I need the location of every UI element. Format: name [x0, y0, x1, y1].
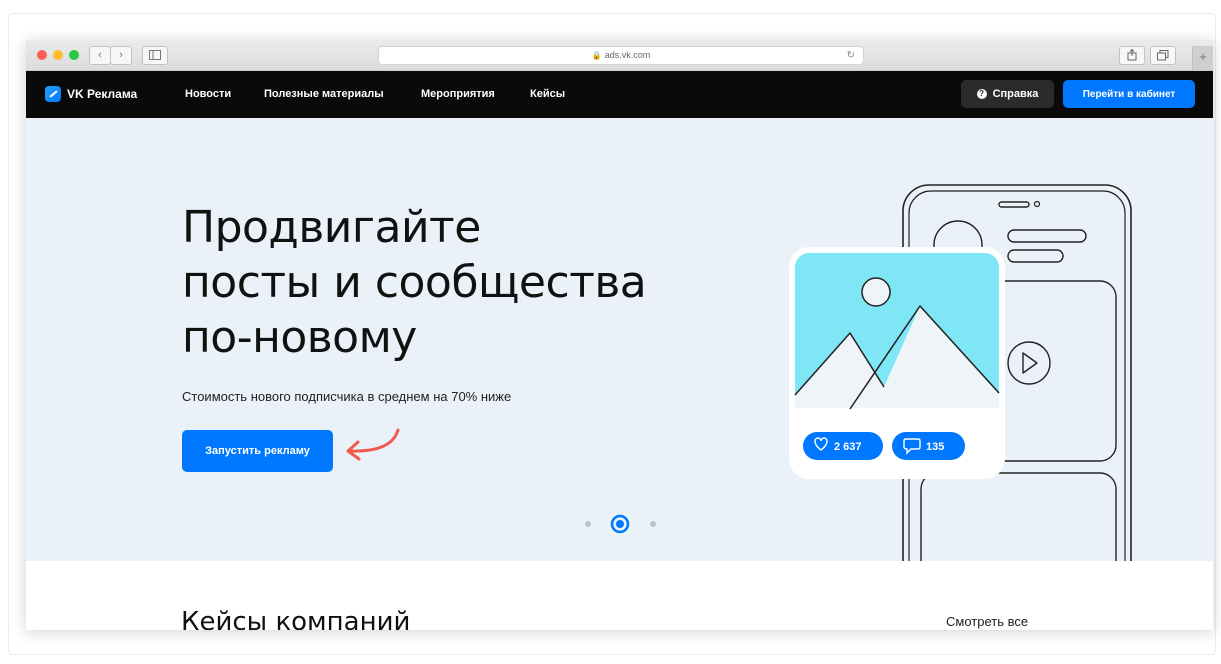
- hero-title-line-2: посты и сообщества: [182, 257, 647, 308]
- vk-ads-logo[interactable]: VK Реклама: [45, 86, 137, 102]
- help-button[interactable]: ? Справка: [961, 80, 1054, 108]
- forward-button[interactable]: ›: [110, 46, 132, 65]
- browser-toolbar: ‹ › 🔒 ads.vk.com ↻ +: [26, 40, 1213, 71]
- likes-count: 2 637: [834, 441, 862, 453]
- hero-title-line-3: по-новому: [182, 312, 417, 363]
- pointing-arrow-icon: [346, 428, 400, 461]
- hero-subtitle: Стоимость нового подписчика в среднем на…: [182, 389, 512, 404]
- see-all-link[interactable]: Смотреть все: [946, 614, 1028, 629]
- go-to-cabinet-button[interactable]: Перейти в кабинет: [1063, 80, 1195, 108]
- share-icon: [1127, 48, 1137, 61]
- close-window-button[interactable]: [37, 50, 47, 60]
- cases-heading: Кейсы компаний: [181, 607, 411, 630]
- lock-icon: 🔒: [591, 51, 602, 60]
- likes-badge: 2 637: [803, 432, 883, 460]
- carousel-dot-1[interactable]: [585, 521, 591, 527]
- carousel-dot-3[interactable]: [650, 521, 656, 527]
- chevron-left-icon: ‹: [98, 49, 102, 61]
- launch-ad-button[interactable]: Запустить рекламу: [182, 430, 333, 472]
- hero-title: Продвигайте посты и сообщества по-новому: [182, 200, 742, 365]
- minimize-window-button[interactable]: [53, 50, 63, 60]
- url-text: ads.vk.com: [604, 50, 651, 60]
- comments-badge: 135: [892, 432, 965, 460]
- share-button[interactable]: [1119, 46, 1145, 65]
- nav-item-materials[interactable]: Полезные материалы: [264, 88, 384, 100]
- maximize-window-button[interactable]: [69, 50, 79, 60]
- hero-title-line-1: Продвигайте: [182, 202, 481, 253]
- nav-item-events[interactable]: Мероприятия: [421, 88, 495, 100]
- phone-illustration: 2 637 135: [789, 184, 1132, 561]
- nav-item-news[interactable]: Новости: [185, 88, 231, 100]
- carousel-dots: [585, 514, 656, 534]
- tabs-icon: [1157, 50, 1169, 61]
- new-tab-button[interactable]: +: [1192, 46, 1213, 70]
- sidebar-icon: [149, 50, 161, 60]
- chevron-right-icon: ›: [119, 49, 123, 61]
- vk-ads-logo-icon: [45, 86, 61, 102]
- browser-window: ‹ › 🔒 ads.vk.com ↻ + VK Реклама Новости П…: [26, 40, 1213, 630]
- reload-icon[interactable]: ↻: [847, 47, 855, 64]
- nav-item-cases[interactable]: Кейсы: [530, 88, 565, 100]
- hero-section: Продвигайте посты и сообщества по-новому…: [26, 118, 1213, 561]
- comments-count: 135: [926, 441, 944, 453]
- help-label: Справка: [992, 88, 1039, 100]
- site-header: VK Реклама Новости Полезные материалы Ме…: [26, 71, 1213, 118]
- back-button[interactable]: ‹: [89, 46, 111, 65]
- sidebar-button[interactable]: [142, 46, 168, 65]
- question-icon: ?: [976, 89, 987, 99]
- tabs-button[interactable]: [1150, 46, 1176, 65]
- logo-text: VK Реклама: [67, 87, 138, 101]
- address-bar[interactable]: 🔒 ads.vk.com ↻: [378, 46, 864, 65]
